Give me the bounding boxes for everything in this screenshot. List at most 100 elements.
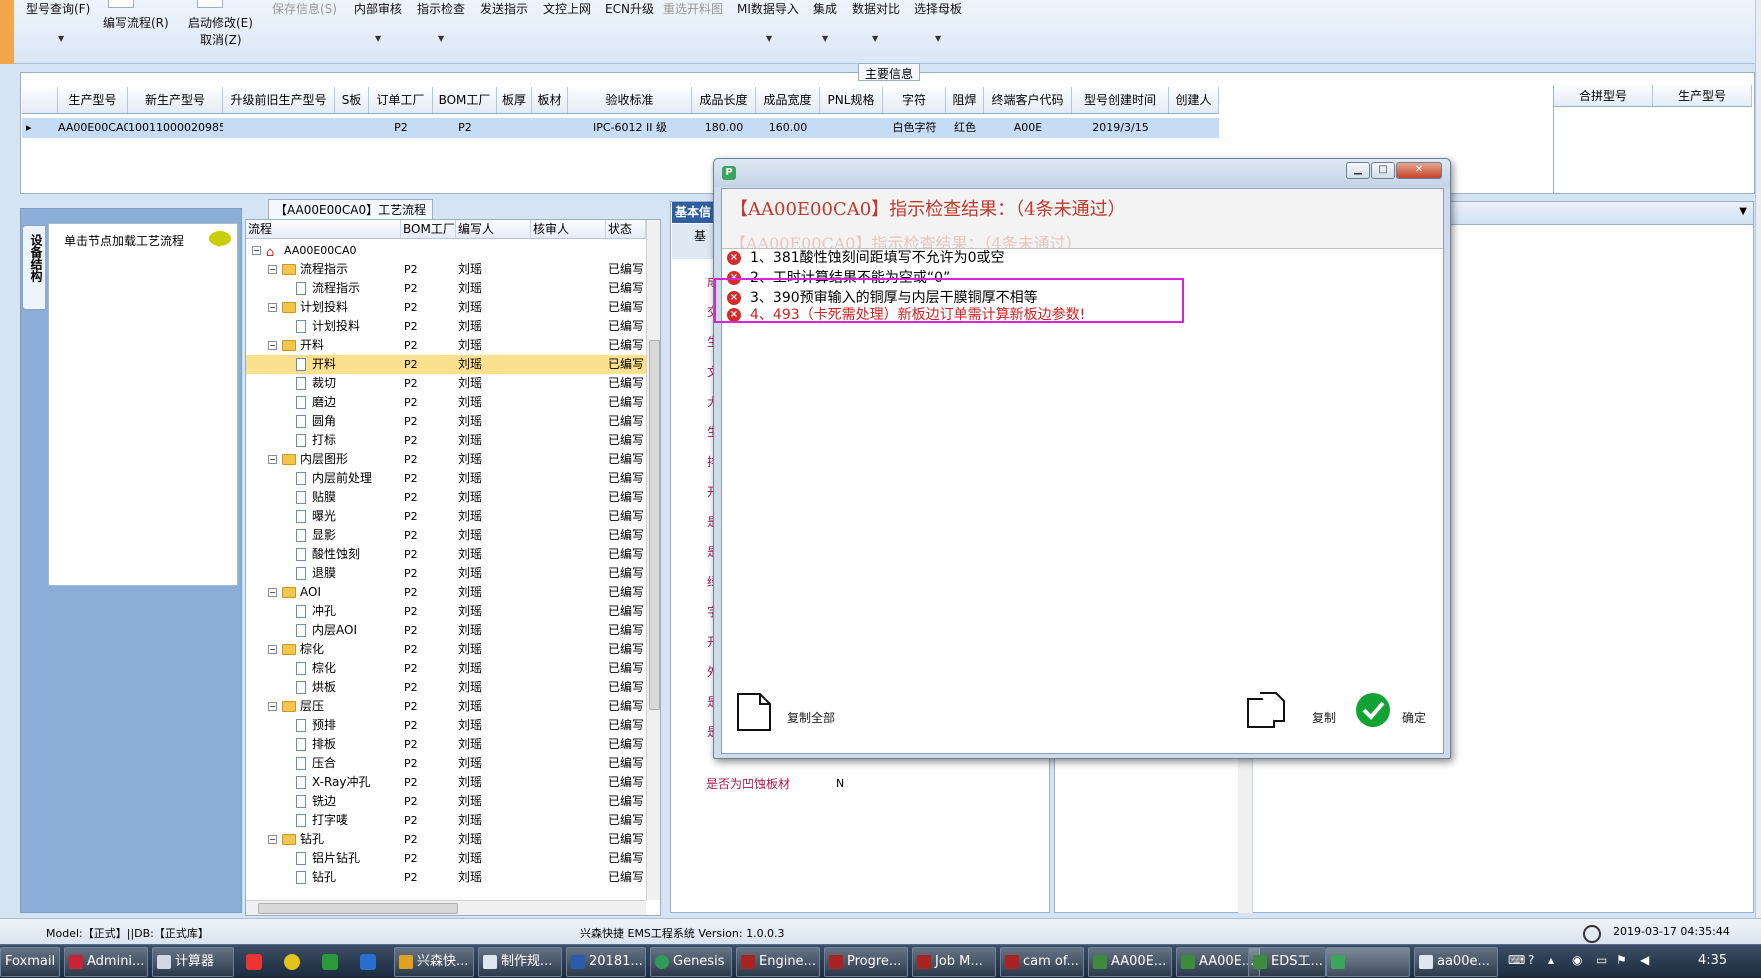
recessed-etch-field-value[interactable]: N bbox=[836, 777, 844, 790]
internal-review-dropdown-icon[interactable]: ▼ bbox=[375, 34, 381, 43]
volume-icon[interactable]: ◀ bbox=[1640, 953, 1649, 967]
table-row[interactable]: ▸ AA00E00CA0 10011000020985 P2 P2 IPC-60… bbox=[22, 118, 1219, 138]
collapse-icon[interactable]: − bbox=[268, 588, 277, 597]
quicklaunch-icon[interactable] bbox=[360, 954, 376, 970]
cell[interactable]: 2019/3/15 bbox=[1072, 118, 1169, 138]
taskbar-aa00e-1[interactable]: AA00E... bbox=[1088, 947, 1172, 977]
cell[interactable]: 白色字符 bbox=[883, 118, 946, 138]
tree-step-row[interactable]: 圆角 P2 刘瑶 已编写 bbox=[246, 412, 646, 431]
cell[interactable]: A00E bbox=[984, 118, 1072, 138]
tree-step-row[interactable]: 烘板 P2 刘瑶 已编写 bbox=[246, 678, 646, 697]
tree-step-row[interactable]: 内层AOI P2 刘瑶 已编写 bbox=[246, 621, 646, 640]
start-modify-button[interactable]: 启动修改(E) bbox=[188, 14, 253, 31]
cell[interactable]: P2 bbox=[433, 118, 497, 138]
taskbar-progress[interactable]: Progre... bbox=[824, 947, 908, 977]
tree-step-row[interactable]: 打字唛 P2 刘瑶 已编写 bbox=[246, 811, 646, 830]
ok-button[interactable]: 确定 bbox=[1402, 709, 1426, 726]
minimize-button[interactable]: ▁ bbox=[1346, 162, 1370, 179]
col-header[interactable]: 板材 bbox=[532, 87, 568, 113]
speech-bubble-icon[interactable] bbox=[209, 231, 231, 247]
cell[interactable]: 180.00 bbox=[692, 118, 756, 138]
cell[interactable] bbox=[1169, 118, 1219, 138]
col-header[interactable]: 阻焊 bbox=[946, 87, 984, 113]
tree-step-row[interactable]: 贴膜 P2 刘瑶 已编写 bbox=[246, 488, 646, 507]
quicklaunch-icon[interactable] bbox=[246, 954, 262, 970]
save-info-button[interactable]: 保存信息(S) bbox=[272, 0, 337, 17]
col-header[interactable]: 生产型号 bbox=[1653, 85, 1752, 106]
tree-folder-row[interactable]: − 层压 P2 刘瑶 已编写 bbox=[246, 697, 646, 716]
tree-step-row[interactable]: 开料 P2 刘瑶 已编写 bbox=[246, 355, 646, 374]
help-icon[interactable]: ? bbox=[1528, 953, 1534, 967]
tree-step-row[interactable]: 酸性蚀刻 P2 刘瑶 已编写 bbox=[246, 545, 646, 564]
tree-step-row[interactable]: 计划投料 P2 刘瑶 已编写 bbox=[246, 317, 646, 336]
model-query-dropdown-icon[interactable]: ▼ bbox=[58, 34, 64, 43]
data-compare-button[interactable]: 数据对比 bbox=[852, 0, 900, 17]
taskbar-aa00e-doc[interactable]: aa00e... bbox=[1414, 947, 1498, 977]
tree-step-row[interactable]: 流程指示 P2 刘瑶 已编写 bbox=[246, 279, 646, 298]
tree-step-row[interactable]: 打标 P2 刘瑶 已编写 bbox=[246, 431, 646, 450]
col-header[interactable]: 编写人 bbox=[456, 220, 531, 238]
tree-step-row[interactable]: 铝片钻孔 P2 刘瑶 已编写 bbox=[246, 849, 646, 868]
tree-step-row[interactable]: 磨边 P2 刘瑶 已编写 bbox=[246, 393, 646, 412]
cell[interactable]: 10011000020985 bbox=[128, 118, 223, 138]
col-header[interactable]: 成品宽度 bbox=[756, 87, 820, 113]
data-compare-dropdown-icon[interactable]: ▼ bbox=[872, 34, 878, 43]
tree-step-row[interactable]: 棕化 P2 刘瑶 已编写 bbox=[246, 659, 646, 678]
collapse-icon[interactable]: − bbox=[268, 265, 277, 274]
mi-data-import-dropdown-icon[interactable]: ▼ bbox=[766, 34, 772, 43]
col-header[interactable]: 生产型号 bbox=[58, 87, 128, 113]
cell[interactable] bbox=[497, 118, 532, 138]
tree-horizontal-scrollbar[interactable] bbox=[246, 900, 646, 915]
error-item[interactable]: × 1、381酸性蚀刻间距填写不允许为0或空 bbox=[722, 248, 1443, 268]
cell[interactable]: 红色 bbox=[946, 118, 984, 138]
dialog-titlebar[interactable]: P ▁ □ ✕ bbox=[714, 159, 1450, 187]
document-icon[interactable] bbox=[736, 692, 772, 732]
tray-arrow-icon[interactable]: ▴ bbox=[1548, 953, 1554, 967]
col-header[interactable]: BOM工厂 bbox=[433, 87, 497, 113]
cell[interactable] bbox=[820, 118, 883, 138]
col-header[interactable]: 订单工厂 bbox=[369, 87, 433, 113]
collapse-icon[interactable]: − bbox=[268, 835, 277, 844]
taskbar-genesis[interactable]: Genesis bbox=[650, 947, 732, 977]
collapse-icon[interactable]: − bbox=[252, 246, 261, 255]
tree-step-row[interactable]: 铣边 P2 刘瑶 已编写 bbox=[246, 792, 646, 811]
cell[interactable] bbox=[223, 118, 335, 138]
ecn-upgrade-button[interactable]: ECN升级 bbox=[605, 0, 654, 17]
taskbar-calculator[interactable]: 计算器 bbox=[152, 947, 234, 977]
tree-folder-row[interactable]: − AOI P2 刘瑶 已编写 bbox=[246, 583, 646, 602]
taskbar-clock[interactable]: 4:35 bbox=[1698, 953, 1727, 968]
cell[interactable]: IPC-6012 II 级 bbox=[568, 118, 692, 138]
tree-step-row[interactable]: 退膜 P2 刘瑶 已编写 bbox=[246, 564, 646, 583]
cell[interactable]: P2 bbox=[369, 118, 433, 138]
taskbar-2018[interactable]: 20181... bbox=[566, 947, 646, 977]
scrollbar-thumb[interactable] bbox=[649, 340, 660, 710]
maximize-button[interactable]: □ bbox=[1371, 162, 1395, 179]
integration-button[interactable]: 集成 bbox=[813, 0, 837, 17]
checkmark-icon[interactable] bbox=[1355, 692, 1391, 728]
tree-step-row[interactable]: 预排 P2 刘瑶 已编写 bbox=[246, 716, 646, 735]
col-header[interactable]: 新生产型号 bbox=[128, 87, 223, 113]
collapse-icon[interactable]: − bbox=[268, 702, 277, 711]
col-header[interactable]: 验收标准 bbox=[568, 87, 692, 113]
col-header[interactable]: 型号创建时间 bbox=[1072, 87, 1169, 113]
tab-equipment-structure[interactable]: 设备结构 bbox=[22, 225, 45, 310]
col-header[interactable]: 字符 bbox=[883, 87, 946, 113]
tree-folder-row[interactable]: − 钻孔 P2 刘瑶 已编写 bbox=[246, 830, 646, 849]
cell[interactable] bbox=[532, 118, 568, 138]
collapse-icon[interactable]: − bbox=[268, 303, 277, 312]
col-header[interactable]: PNL规格 bbox=[820, 87, 883, 113]
mi-data-import-button[interactable]: MI数据导入 bbox=[737, 0, 799, 17]
collapse-icon[interactable]: − bbox=[268, 645, 277, 654]
cell[interactable] bbox=[335, 118, 369, 138]
display-icon[interactable]: ▭ bbox=[1596, 953, 1607, 967]
select-master-board-button[interactable]: 选择母板 bbox=[914, 0, 962, 17]
tree-vertical-scrollbar[interactable] bbox=[646, 220, 660, 900]
col-header[interactable]: S板 bbox=[335, 87, 369, 113]
taskbar-spec[interactable]: 制作规... bbox=[478, 947, 562, 977]
tree-folder-row[interactable]: − 计划投料 P2 刘瑶 已编写 bbox=[246, 298, 646, 317]
quicklaunch-icon[interactable] bbox=[284, 954, 300, 970]
copy-button[interactable]: 复制 bbox=[1312, 709, 1336, 726]
send-instruction-button[interactable]: 发送指示 bbox=[480, 0, 528, 17]
write-flow-button[interactable]: 编写流程(R) bbox=[103, 14, 169, 31]
cell[interactable]: 160.00 bbox=[756, 118, 820, 138]
